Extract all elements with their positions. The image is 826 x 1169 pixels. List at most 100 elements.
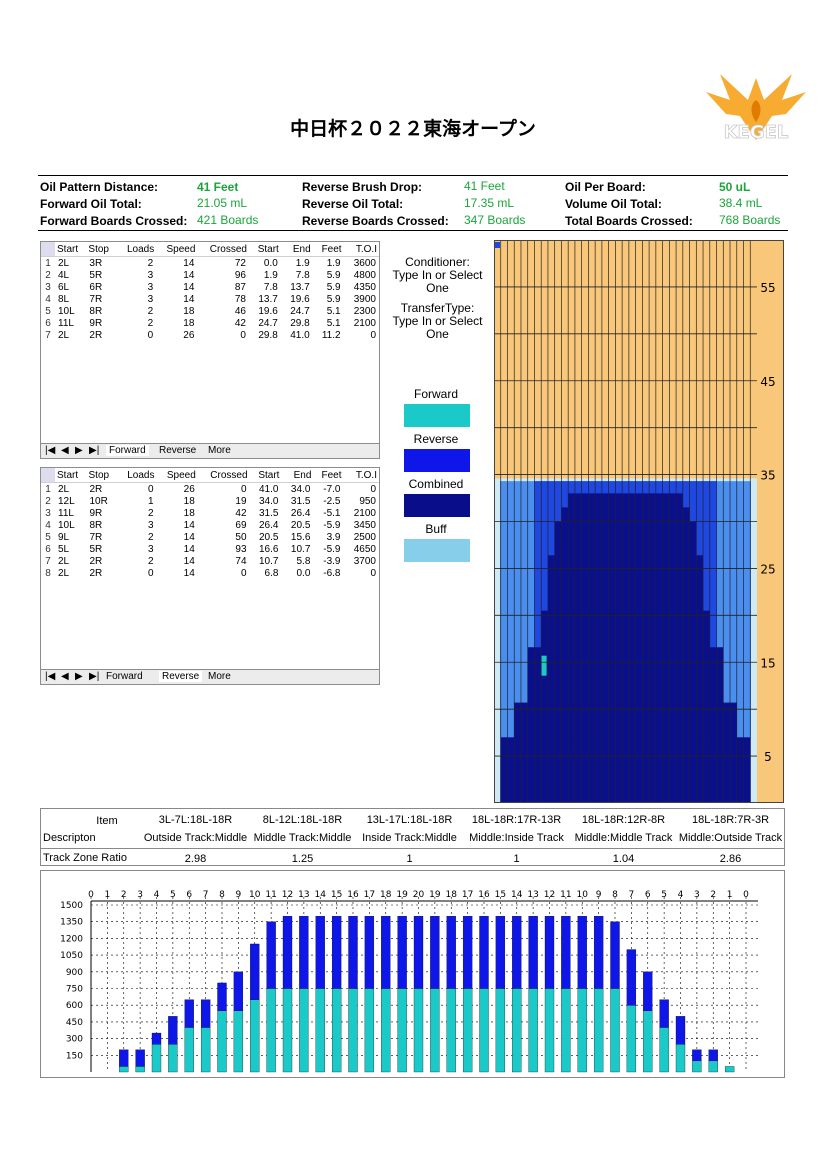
column-header[interactable]: Loads [117,468,157,483]
table-cell[interactable]: 5L [55,543,87,555]
table-cell[interactable]: 3900 [344,293,379,305]
table-cell[interactable]: 87 [197,281,249,293]
table-row[interactable]: 4 8L 7R 3 14 78 13.7 19.6 5.9 3900 [41,293,379,305]
table-cell[interactable]: 2R [87,483,118,496]
table-cell[interactable]: 2L [55,555,87,567]
table-cell[interactable]: 50 [198,531,250,543]
last-sheet-icon[interactable]: ▶| [89,445,99,456]
table-cell[interactable]: -7.0 [313,483,343,496]
table-cell[interactable]: 2 [117,305,156,317]
table-cell[interactable]: 72 [197,257,249,270]
column-header[interactable]: Start [248,242,281,257]
corner-cell[interactable] [41,468,55,483]
table-row[interactable]: 5 9L 7R 2 14 50 20.5 15.6 3.9 2500 [41,531,379,543]
table-cell[interactable]: 1.9 [313,257,344,270]
table-cell[interactable]: 0 [197,329,249,341]
table-cell[interactable]: 69 [198,519,250,531]
table-cell[interactable]: 2 [117,555,156,567]
table-cell[interactable]: 26 [157,483,198,496]
prev-sheet-icon[interactable]: ◀ [61,671,69,682]
table-cell[interactable]: 8L [55,293,86,305]
table-cell[interactable]: 24.7 [281,305,313,317]
table-row[interactable]: 7 2L 2R 0 26 0 29.8 41.0 11.2 0 [41,329,379,341]
table-cell[interactable]: 13.7 [281,281,313,293]
tab-reverse[interactable]: Reverse [159,445,196,456]
table-cell[interactable]: 0 [344,329,379,341]
table-cell[interactable]: 7R [86,293,117,305]
table-cell[interactable]: 34.0 [281,483,313,496]
table-cell[interactable]: 10L [55,305,86,317]
table-cell[interactable]: 4350 [344,281,379,293]
table-row[interactable]: 8 2L 2R 0 14 0 6.8 0.0 -6.8 0 [41,567,379,579]
table-cell[interactable]: 29.8 [249,329,281,341]
column-header[interactable]: Crossed [197,468,250,483]
table-cell[interactable]: 0 [117,329,156,341]
table-cell[interactable]: 9R [86,317,117,329]
tab-more[interactable]: More [208,671,231,682]
column-header[interactable]: Start [249,468,282,483]
table-cell[interactable]: 2 [117,531,156,543]
table-cell[interactable]: 950 [344,495,380,507]
table-cell[interactable]: 10.7 [250,555,282,567]
table-cell[interactable]: 2 [117,317,156,329]
table-cell[interactable]: 31.5 [250,507,282,519]
table-cell[interactable]: 3.9 [313,531,343,543]
tab-forward[interactable]: Forward [106,671,143,682]
table-cell[interactable]: 5.1 [313,317,344,329]
table-cell[interactable]: 8R [86,305,117,317]
table-row[interactable]: 1 2L 3R 2 14 72 0.0 1.9 1.9 3600 [41,257,379,270]
table-cell[interactable]: 13.7 [249,293,281,305]
table-cell[interactable]: -3.9 [313,555,343,567]
table-cell[interactable]: 4800 [344,269,379,281]
table-cell[interactable]: 1.9 [281,257,313,270]
table-row[interactable]: 7 2L 2R 2 14 74 10.7 5.8 -3.9 3700 [41,555,379,567]
table-cell[interactable]: 11L [55,507,87,519]
table-cell[interactable]: 3 [117,269,156,281]
table-cell[interactable]: 5.9 [313,293,344,305]
column-header[interactable]: T.O.I [343,242,379,257]
column-header[interactable]: Speed [156,242,198,257]
tab-more[interactable]: More [208,445,231,456]
table-cell[interactable]: 19.6 [249,305,281,317]
table-cell[interactable]: 6L [55,281,86,293]
table-cell[interactable]: 2R [87,555,118,567]
table-cell[interactable]: 3600 [344,257,379,270]
table-cell[interactable]: 2R [87,567,118,579]
table-cell[interactable]: 3450 [344,519,380,531]
table-cell[interactable]: 2100 [344,317,379,329]
table-cell[interactable]: 5R [86,269,117,281]
column-header[interactable]: End [280,242,313,257]
table-cell[interactable]: 41.0 [281,329,313,341]
table-cell[interactable]: 31.5 [281,495,313,507]
column-header[interactable]: End [281,468,314,483]
tab-reverse[interactable]: Reverse [159,671,203,682]
column-header[interactable]: Feet [313,468,344,483]
table-cell[interactable]: 14 [157,543,198,555]
table-cell[interactable]: 0 [198,483,250,496]
table-cell[interactable]: 3R [86,257,117,270]
table-cell[interactable]: 2L [55,329,86,341]
table-cell[interactable]: 41.0 [250,483,282,496]
table-cell[interactable]: 2100 [344,507,380,519]
last-sheet-icon[interactable]: ▶| [89,671,99,682]
table-cell[interactable]: 5R [87,543,118,555]
table-cell[interactable]: -6.8 [313,567,343,579]
table-cell[interactable]: 2L [55,567,87,579]
table-cell[interactable]: 0.0 [281,567,313,579]
table-cell[interactable]: 3 [117,293,156,305]
table-cell[interactable]: -5.9 [313,519,343,531]
table-cell[interactable]: 5.8 [281,555,313,567]
column-header[interactable]: Loads [117,242,157,257]
next-sheet-icon[interactable]: ▶ [75,671,83,682]
table-cell[interactable]: 14 [157,555,198,567]
table-cell[interactable]: 16.6 [250,543,282,555]
table-cell[interactable]: 0 [344,567,380,579]
column-header[interactable]: Stop [86,468,118,483]
table-cell[interactable]: 5.1 [313,305,344,317]
table-cell[interactable]: 20.5 [250,531,282,543]
table-cell[interactable]: 18 [157,507,198,519]
table-cell[interactable]: 18 [157,495,198,507]
table-cell[interactable]: 26.4 [250,519,282,531]
table-cell[interactable]: 15.6 [281,531,313,543]
table-cell[interactable]: 19.6 [281,293,313,305]
